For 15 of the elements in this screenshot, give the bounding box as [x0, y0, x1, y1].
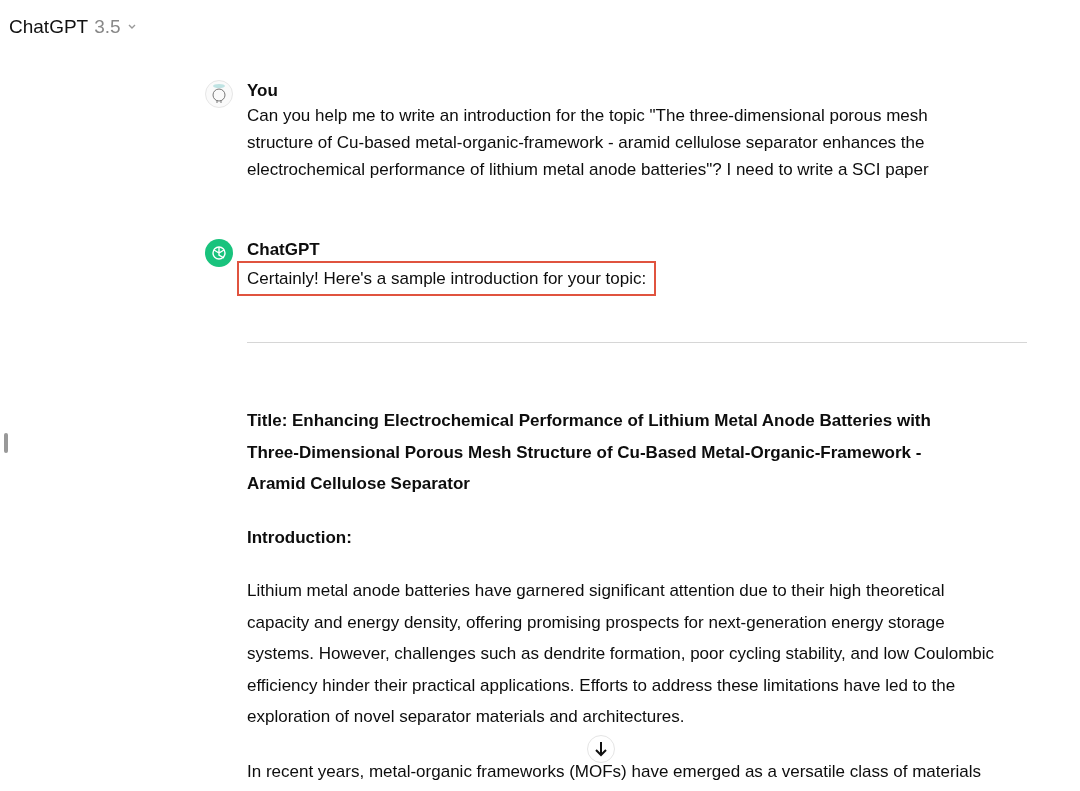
paragraph: In recent years, metal-organic frameworks (MOFs) have emerged as a versatile class of materials — [247, 761, 983, 782]
author-name: ChatGPT — [247, 239, 321, 261]
model-version[interactable]: 3.5 — [94, 16, 121, 38]
article-title: Title: Enhancing Electrochemical Performance of Lithium Metal Anode Batteries with Three-Dimensional Porous Mesh Structure of Cu-Based Metal-Organic-Framework - Aramid Cellulose Separator — [247, 410, 932, 495]
scroll-down-button[interactable] — [587, 735, 615, 763]
author-name: You — [247, 80, 279, 102]
section-heading: Introduction: — [247, 526, 353, 549]
arrow-down-icon — [594, 741, 608, 757]
paragraph: Lithium metal anode batteries have garnered significant attention due to their high theoretical capacity and energy density, offering promising prospects for next-generation energy storage systems. However, challenges such as dendrite formation, poor cycling stability, and low Coulombic efficiency hinder their practical applications. Efforts to address these limitations have led to the exploration of novel separator materials and architectures. — [247, 580, 995, 728]
model-name[interactable]: ChatGPT — [9, 16, 89, 38]
knot-icon — [210, 244, 228, 262]
chevron-down-icon[interactable] — [126, 23, 137, 31]
highlighted-message-text: Certainly! Here's a sample introduction for your topic: — [237, 261, 657, 296]
resize-handle[interactable] — [4, 433, 8, 453]
message-text: Can you help me to write an introduction for the topic "The three-dimensional porous mesh structure of Cu-based metal-organic-framework - aramid cellulose separator enhances the electrochemical performance of lithium metal anode batteries"? I need to write a SCI paper — [247, 105, 930, 181]
